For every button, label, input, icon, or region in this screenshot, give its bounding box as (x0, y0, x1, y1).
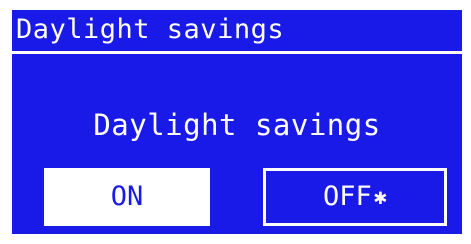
on-button-label: ON (110, 181, 144, 212)
off-button[interactable]: OFF✱ (263, 168, 447, 226)
on-button[interactable]: ON (44, 168, 210, 226)
title-divider (12, 51, 462, 54)
menu-title: Daylight savings (16, 14, 285, 45)
current-selection-marker-icon: ✱ (373, 185, 388, 210)
off-button-label: OFF (322, 181, 372, 212)
device-screen-frame: Daylight savings Daylight savings ON OFF… (0, 0, 471, 244)
lcd-display: Daylight savings Daylight savings ON OFF… (12, 10, 462, 234)
setting-prompt: Daylight savings (93, 108, 381, 142)
